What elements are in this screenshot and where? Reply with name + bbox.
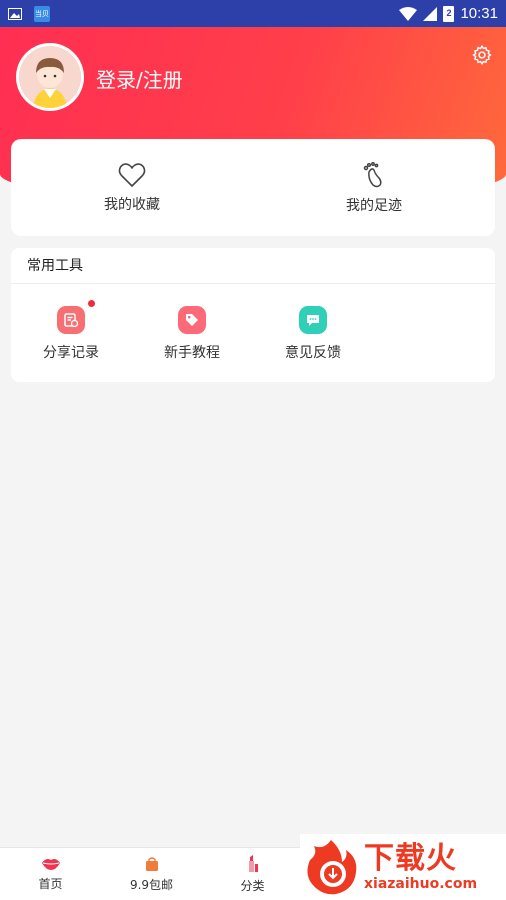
flame-logo-icon <box>307 840 357 895</box>
watermark: 下载火 xiazaihuo.com <box>300 834 506 900</box>
tab-home[interactable]: 首页 <box>0 848 101 900</box>
my-favorites[interactable]: 我的收藏 <box>11 139 253 236</box>
tab-home-label: 首页 <box>38 876 63 891</box>
lips-icon <box>41 858 60 870</box>
gallery-icon <box>8 7 22 20</box>
common-tools-title: 常用工具 <box>11 248 495 284</box>
my-footprints[interactable]: 我的足迹 <box>253 139 495 236</box>
app-notification-icon: 当贝 <box>34 5 50 22</box>
beginner-tutorial-button[interactable]: 新手教程 <box>147 306 237 362</box>
feedback-button[interactable]: 意见反馈 <box>268 306 358 362</box>
tab-category[interactable]: 分类 <box>202 848 303 900</box>
tag-icon <box>186 314 198 326</box>
share-record-button[interactable]: 分享记录 <box>26 300 116 362</box>
watermark-cn: 下载火 <box>364 841 457 876</box>
lipstick-icon <box>248 854 258 872</box>
status-bar: 当贝 2 10:31 <box>0 0 506 27</box>
feedback-label: 意见反馈 <box>285 345 341 361</box>
beginner-tutorial-label: 新手教程 <box>164 345 220 361</box>
common-tools-card: 常用工具 分享记录 新手教程 意见反馈 <box>11 248 495 382</box>
quick-links-card: 我的收藏 我的足迹 <box>11 139 495 236</box>
heart-icon <box>118 162 146 187</box>
avatar-icon <box>19 46 81 108</box>
battery-icon: 2 <box>443 5 455 22</box>
login-register-link[interactable]: 登录/注册 <box>96 64 183 93</box>
feedback-icon <box>307 315 319 326</box>
share-record-icon <box>64 313 79 328</box>
tab-free-shipping[interactable]: 9.9包邮 <box>101 848 202 900</box>
my-footprints-label: 我的足迹 <box>346 197 402 214</box>
share-record-label: 分享记录 <box>43 345 99 361</box>
footprint-icon <box>363 161 382 187</box>
tab-free-shipping-label: 9.9包邮 <box>129 877 174 892</box>
gear-icon[interactable] <box>471 44 493 66</box>
signal-icon <box>423 6 438 21</box>
avatar[interactable] <box>16 43 84 111</box>
tab-category-label: 分类 <box>240 878 265 893</box>
bag-icon <box>145 856 158 871</box>
watermark-en: xiazaihuo.com <box>364 876 478 892</box>
status-time: 10:31 <box>460 5 498 22</box>
my-favorites-label: 我的收藏 <box>104 196 160 213</box>
wifi-icon <box>399 6 418 21</box>
notification-dot <box>88 300 95 307</box>
